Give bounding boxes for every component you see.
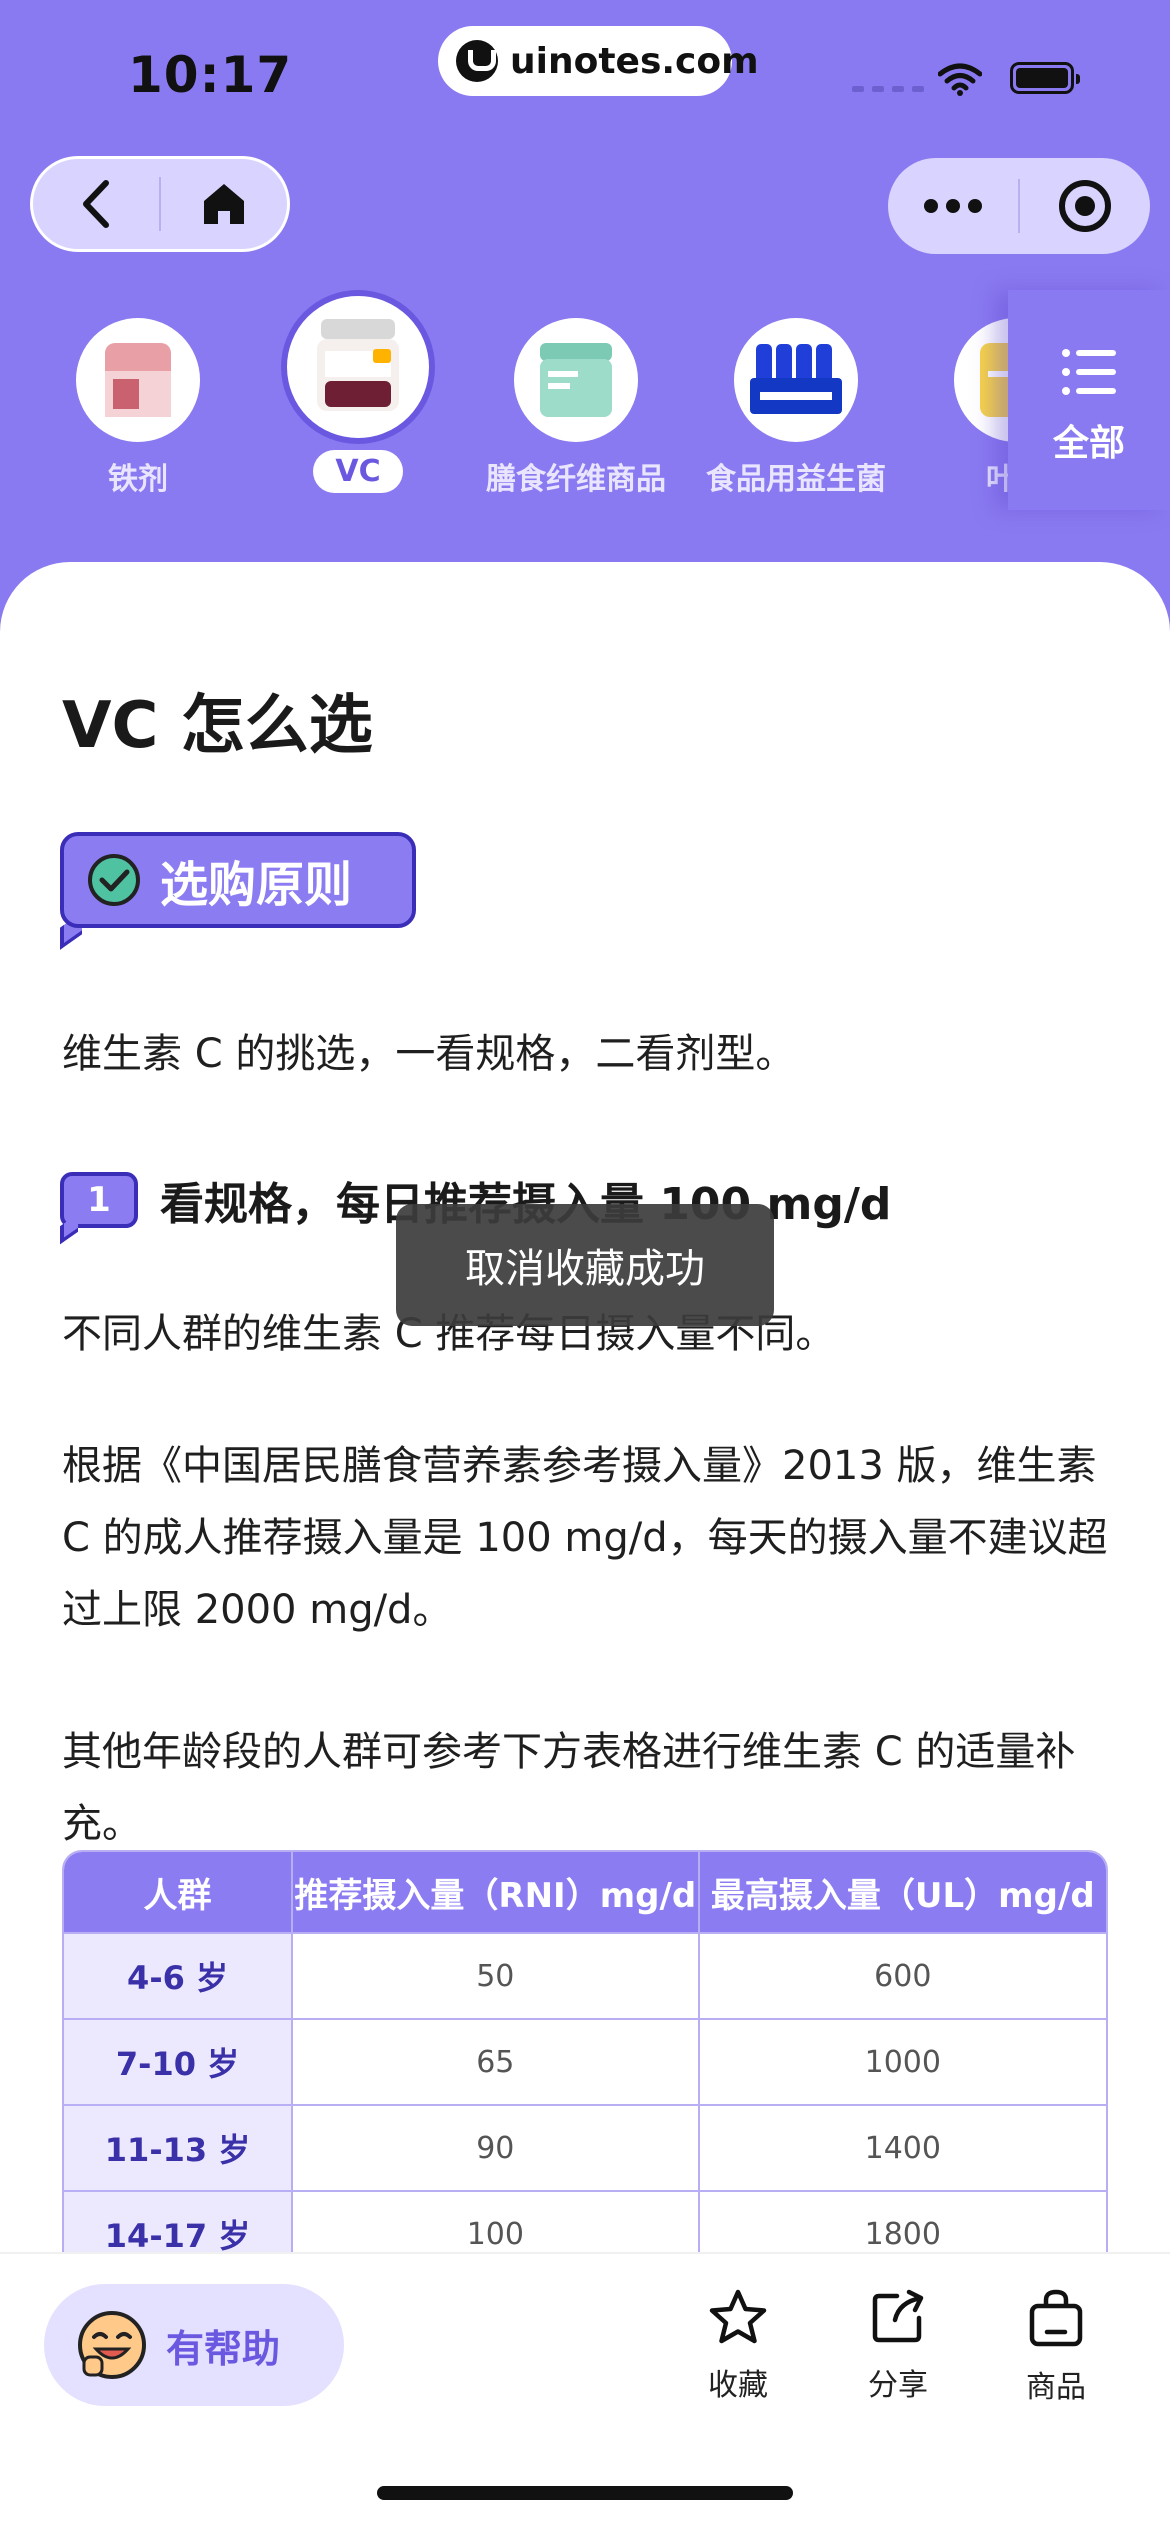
more-button[interactable] <box>888 158 1018 254</box>
table-cell: 90 <box>293 2104 700 2190</box>
home-button[interactable] <box>161 159 287 249</box>
table-cell: 11-13 岁 <box>64 2104 294 2190</box>
table-header: 推荐摄入量（RNI）mg/d <box>293 1852 700 1932</box>
section-badge: 选购原则 <box>60 832 416 950</box>
star-icon <box>709 2289 767 2344</box>
category-item-probiotics[interactable]: 食品用益生菌 <box>686 290 906 498</box>
table-cell: 1400 <box>699 2104 1106 2190</box>
url-text: uinotes.com <box>510 40 759 82</box>
back-button[interactable] <box>33 159 159 249</box>
status-bar: 10:17 uinotes.com <box>0 0 1170 150</box>
toast-message: 取消收藏成功 <box>396 1204 774 1326</box>
product-button[interactable]: 商品 <box>996 2288 1116 2406</box>
category-item-fiber[interactable]: 膳食纤维商品 <box>466 290 686 498</box>
favorite-button[interactable]: 收藏 <box>678 2288 798 2404</box>
helpful-label: 有帮助 <box>166 2326 281 2371</box>
shopping-bag-icon <box>1029 2289 1083 2347</box>
home-indicator[interactable] <box>377 2486 793 2500</box>
category-image <box>734 318 858 442</box>
category-image <box>954 318 1010 442</box>
battery-icon <box>1010 62 1080 94</box>
chevron-left-icon <box>83 180 109 228</box>
category-label: 叶酸 <box>986 462 1010 497</box>
table-header: 人群 <box>64 1852 294 1932</box>
article-title: VC 怎么选 <box>62 689 373 763</box>
table-cell: 50 <box>293 1932 700 2018</box>
status-time: 10:17 <box>128 46 293 104</box>
intro-paragraph: 维生素 C 的挑选，一看规格，二看剂型。 <box>62 1031 796 1077</box>
nav-capsule-left <box>30 156 290 252</box>
nav-capsule-right <box>888 158 1150 254</box>
wifi-icon <box>938 63 982 96</box>
share-icon <box>872 2289 924 2343</box>
thumbs-up-face-icon <box>78 2311 146 2379</box>
check-circle-icon <box>88 854 140 906</box>
all-categories-button[interactable]: 全部 <box>1008 290 1170 510</box>
table-cell: 1000 <box>699 2018 1106 2104</box>
table-row: 4-6 岁 50 600 <box>64 1932 1106 2018</box>
category-item-vc[interactable]: VC <box>248 290 468 493</box>
url-pill[interactable]: uinotes.com <box>438 26 759 96</box>
favorite-label: 收藏 <box>708 2368 768 2403</box>
category-item-folic-acid[interactable]: 叶酸 <box>906 290 1010 498</box>
table-cell: 600 <box>699 1932 1106 2018</box>
category-item-iron[interactable]: 铁剂 <box>28 290 248 498</box>
category-label: VC <box>313 450 403 493</box>
intake-table: 人群 推荐摄入量（RNI）mg/d 最高摄入量（UL）mg/d 4-6 岁 50… <box>62 1850 1108 2278</box>
section-badge-label: 选购原则 <box>160 857 353 913</box>
table-header: 最高摄入量（UL）mg/d <box>699 1852 1106 1932</box>
table-row: 7-10 岁 65 1000 <box>64 2018 1106 2104</box>
table-row: 11-13 岁 90 1400 <box>64 2104 1106 2190</box>
more-dots-icon <box>924 199 982 213</box>
share-button[interactable]: 分享 <box>838 2288 958 2404</box>
share-label: 分享 <box>868 2368 928 2403</box>
category-image <box>76 318 200 442</box>
all-categories-label: 全部 <box>1052 423 1125 464</box>
close-miniprogram-button[interactable] <box>1020 158 1150 254</box>
home-icon <box>203 184 244 224</box>
category-image <box>281 290 435 444</box>
table-cell: 4-6 岁 <box>64 1932 294 2018</box>
product-label: 商品 <box>1026 2370 1086 2405</box>
paragraph-2: 根据《中国居民膳食营养素参考摄入量》2013 版，维生素 C 的成人推荐摄入量是… <box>62 1443 1108 1633</box>
list-icon <box>1062 349 1116 395</box>
category-label: 食品用益生菌 <box>706 462 886 497</box>
category-label: 铁剂 <box>108 462 168 497</box>
helpful-button[interactable]: 有帮助 <box>44 2284 344 2406</box>
category-strip: 铁剂 VC 膳食纤维商品 食品用益生菌 叶酸 <box>0 290 1010 520</box>
cellular-signal-icon <box>852 86 924 92</box>
site-logo-icon <box>456 40 498 82</box>
subheading-number: 1 <box>60 1172 138 1228</box>
table-cell: 7-10 岁 <box>64 2018 294 2104</box>
paragraph-3: 其他年龄段的人群可参考下方表格进行维生素 C 的适量补充。 <box>62 1729 1076 1847</box>
category-label: 膳食纤维商品 <box>486 462 666 497</box>
target-icon <box>1058 180 1111 232</box>
table-cell: 65 <box>293 2018 700 2104</box>
category-image <box>514 318 638 442</box>
